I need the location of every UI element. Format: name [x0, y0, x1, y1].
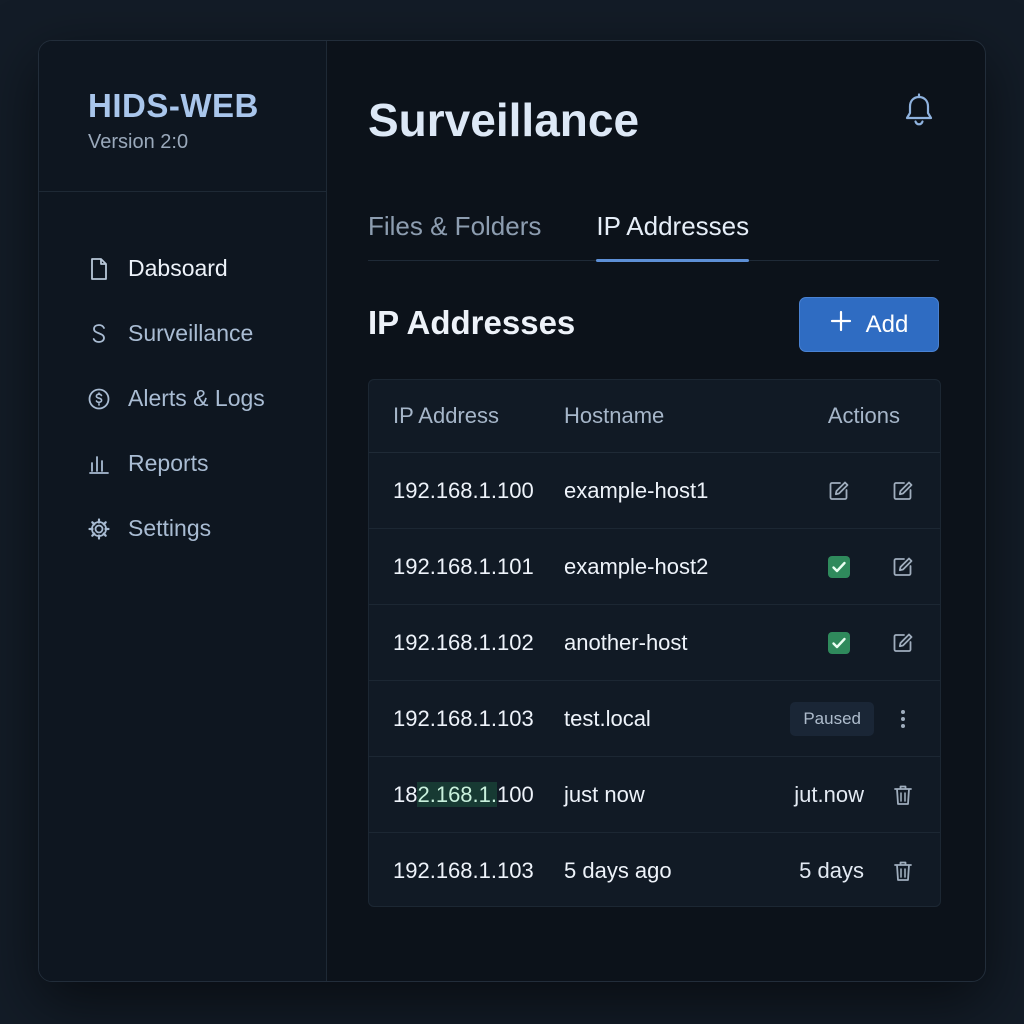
- gear-icon: [87, 517, 111, 541]
- sidebar: HIDS-WEB Version 2:0 Dabsoard Surveillan…: [39, 41, 327, 981]
- actions-cell: [730, 478, 940, 504]
- trash-icon[interactable]: [890, 782, 916, 808]
- s-letter-icon: [87, 322, 111, 346]
- table-row[interactable]: 192.168.1.100 example-host1: [369, 453, 940, 529]
- trash-icon[interactable]: [890, 858, 916, 884]
- brand: HIDS-WEB Version 2:0: [39, 41, 326, 192]
- table-row[interactable]: 192.168.1.103 test.local Paused: [369, 681, 940, 757]
- hostname-cell: example-host1: [564, 477, 709, 503]
- sidebar-item-alerts-logs[interactable]: Alerts & Logs: [39, 366, 326, 431]
- hostname-cell: just now: [564, 781, 645, 807]
- sidebar-item-dashboard[interactable]: Dabsoard: [39, 236, 326, 301]
- more-icon[interactable]: [890, 706, 916, 732]
- actions-cell: [730, 554, 940, 580]
- edit-icon[interactable]: [826, 478, 852, 504]
- add-ip-button[interactable]: Add: [799, 297, 939, 352]
- edit-icon[interactable]: [890, 478, 916, 504]
- ip-prefix: 18: [393, 781, 418, 807]
- add-button-label: Add: [865, 310, 909, 338]
- table-row[interactable]: 192.168.1.103 5 days ago 5 days: [369, 833, 940, 906]
- sidebar-nav: Dabsoard Surveillance Alerts & Logs Repo…: [39, 192, 326, 561]
- tab-bar: Files & Folders IP Addresses: [368, 211, 939, 262]
- hostname-cell: test.local: [564, 705, 651, 731]
- coin-alert-icon: [87, 387, 111, 411]
- check-icon[interactable]: [826, 554, 852, 580]
- ip-address-table: IP Address Hostname Actions 192.168.1.10…: [368, 379, 941, 907]
- action-time-text: 5 days: [799, 858, 864, 883]
- actions-cell: [730, 630, 940, 656]
- plus-icon: [830, 310, 852, 339]
- app-version: Version 2:0: [88, 131, 189, 153]
- status-badge: Paused: [790, 701, 874, 736]
- ip-cell: 192.168.1.100: [393, 477, 534, 503]
- sidebar-item-surveillance[interactable]: Surveillance: [39, 301, 326, 366]
- action-time-text: jut.now: [794, 781, 864, 807]
- edit-icon[interactable]: [890, 554, 916, 580]
- document-icon: [87, 257, 111, 281]
- column-header-hostname[interactable]: Hostname: [564, 403, 730, 429]
- actions-cell: 5 days: [730, 858, 940, 884]
- app-name: HIDS-WEB: [88, 87, 259, 124]
- actions-cell: Paused: [730, 701, 940, 736]
- column-header-actions: Actions: [827, 403, 900, 428]
- bar-chart-icon: [87, 452, 111, 476]
- bell-icon: [902, 92, 936, 134]
- sidebar-item-label: Alerts & Logs: [128, 385, 265, 411]
- column-header-ip[interactable]: IP Address: [369, 403, 564, 429]
- sidebar-item-label: Settings: [128, 515, 212, 541]
- ip-cell: 192.168.1.103: [393, 705, 534, 731]
- section-title: IP Addresses: [368, 304, 576, 341]
- ip-cell: 192.168.1.102: [393, 629, 534, 655]
- ip-cell: 192.168.1.103: [393, 858, 534, 883]
- page-title: Surveillance: [368, 94, 640, 146]
- sidebar-item-label: Surveillance: [128, 320, 254, 346]
- ip-suffix: 100: [497, 781, 534, 807]
- table-header: IP Address Hostname Actions: [369, 380, 940, 453]
- table-row[interactable]: 182.168.1.100 just now jut.now: [369, 757, 940, 833]
- sidebar-item-label: Reports: [128, 450, 209, 476]
- table-row[interactable]: 192.168.1.101 example-host2: [369, 529, 940, 605]
- notifications-button[interactable]: [899, 92, 939, 134]
- edit-icon[interactable]: [890, 630, 916, 656]
- hostname-cell: 5 days ago: [564, 858, 672, 883]
- sidebar-item-label: Dabsoard: [128, 255, 228, 281]
- sidebar-item-settings[interactable]: Settings: [39, 496, 326, 561]
- hostname-cell: another-host: [564, 629, 688, 655]
- hostname-cell: example-host2: [564, 553, 709, 579]
- tab-files-folders[interactable]: Files & Folders: [368, 211, 541, 261]
- ip-cell: 182.168.1.100: [369, 781, 564, 808]
- actions-cell: jut.now: [730, 782, 940, 808]
- check-icon[interactable]: [826, 630, 852, 656]
- app-window: HIDS-WEB Version 2:0 Dabsoard Surveillan…: [38, 40, 986, 982]
- sidebar-item-reports[interactable]: Reports: [39, 431, 326, 496]
- ip-cell: 192.168.1.101: [393, 553, 534, 579]
- tab-ip-addresses[interactable]: IP Addresses: [596, 211, 749, 262]
- ip-highlight: 2.168.1.: [417, 781, 497, 807]
- table-row[interactable]: 192.168.1.102 another-host: [369, 605, 940, 681]
- main-content: Surveillance Files & Folders IP Addresse…: [327, 41, 985, 981]
